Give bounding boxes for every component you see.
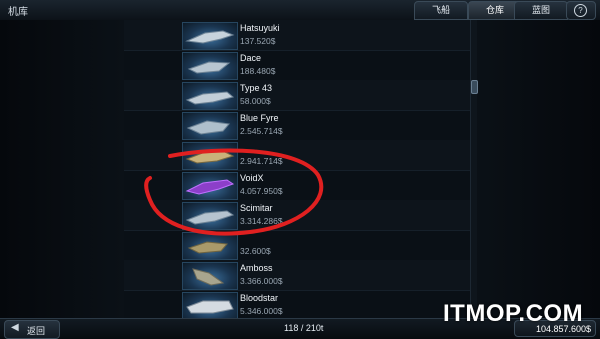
ship-icon	[182, 202, 238, 230]
ship-name: Type 43	[240, 83, 273, 93]
list-item[interactable]: VoidX 4.057.950$	[124, 170, 470, 201]
ship-icon	[182, 142, 238, 170]
page-title: 机库	[8, 7, 28, 18]
ship-name: Dace	[240, 53, 262, 63]
ship-name: Bloodstar	[240, 293, 279, 303]
top-bar: 机库 飞船 仓库 蓝图 ?	[0, 0, 600, 21]
list-item[interactable]: Amboss 3.366.000$	[124, 260, 470, 291]
ship-price: 3.314.286$	[240, 216, 283, 226]
ship-icon	[182, 82, 238, 110]
ship-price: 5.346.000$	[240, 306, 283, 316]
list-scrollbar[interactable]	[470, 20, 478, 318]
help-button[interactable]: ?	[566, 1, 596, 20]
ship-icon	[182, 172, 238, 200]
help-icon: ?	[574, 4, 587, 17]
ship-price: 58.000$	[240, 96, 271, 106]
ship-list[interactable]: Hatsuyuki 137.520$ Dace 188.480$ Type 43…	[124, 20, 470, 318]
ship-name: Amboss	[240, 263, 273, 273]
right-panel	[470, 20, 600, 318]
list-item[interactable]: Blue Fyre 2.545.714$	[124, 110, 470, 141]
ship-price: 3.366.000$	[240, 276, 283, 286]
list-item[interactable]: 2.941.714$	[124, 140, 470, 171]
left-panel	[0, 20, 124, 318]
ship-price: 32.600$	[240, 246, 271, 256]
ship-price: 4.057.950$	[240, 186, 283, 196]
back-button[interactable]: ◀ 返回	[4, 320, 60, 339]
ship-name: VoidX	[240, 173, 264, 183]
ship-price: 2.941.714$	[240, 156, 283, 166]
ship-name: Hatsuyuki	[240, 23, 280, 33]
ship-icon	[182, 262, 238, 290]
scrollbar-thumb[interactable]	[471, 80, 478, 94]
ship-price: 2.545.714$	[240, 126, 283, 136]
list-item[interactable]: Scimitar 3.314.286$	[124, 200, 470, 231]
cargo-capacity: 118 / 210t	[284, 323, 324, 333]
tab-ships[interactable]: 飞船	[414, 1, 468, 20]
ship-name: Scimitar	[240, 203, 273, 213]
list-item[interactable]: Hatsuyuki 137.520$	[124, 20, 470, 51]
list-item[interactable]: Dace 188.480$	[124, 50, 470, 81]
ship-icon	[182, 292, 238, 318]
ship-icon	[182, 52, 238, 80]
watermark: ITMOP.COM	[443, 300, 584, 327]
ship-price: 188.480$	[240, 66, 276, 76]
list-item[interactable]: Bloodstar 5.346.000$	[124, 290, 470, 318]
back-label: 返回	[27, 326, 46, 336]
list-item[interactable]: Type 43 58.000$	[124, 80, 470, 111]
ship-name: Blue Fyre	[240, 113, 279, 123]
ship-icon	[182, 112, 238, 140]
back-arrow-icon: ◀	[11, 322, 19, 333]
list-item[interactable]: 32.600$	[124, 230, 470, 261]
ship-price: 137.520$	[240, 36, 276, 46]
ship-icon	[182, 232, 238, 260]
tab-blueprints[interactable]: 蓝图	[514, 1, 568, 20]
ship-icon	[182, 22, 238, 50]
